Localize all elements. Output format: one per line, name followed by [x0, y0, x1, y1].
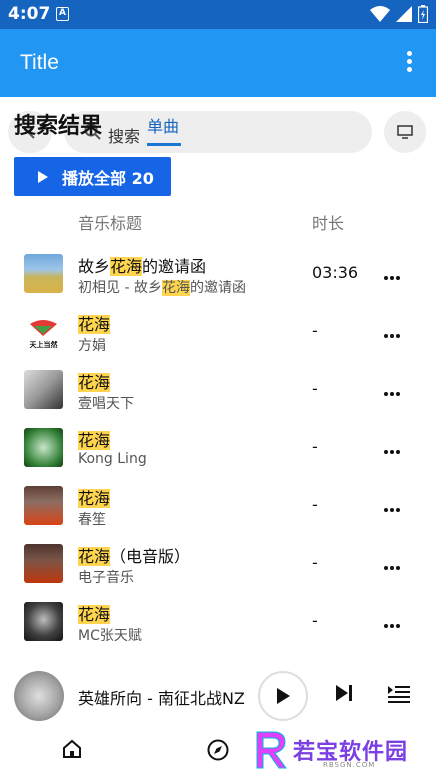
- song-artist: Kong Ling: [78, 451, 147, 467]
- watermark-r-icon: [256, 731, 287, 769]
- more-icon[interactable]: [384, 497, 402, 512]
- song-duration: -: [312, 553, 318, 572]
- song-title: 故乡花海的邀请函: [78, 257, 207, 276]
- song-duration: -: [312, 611, 318, 630]
- album-thumbnail: [24, 486, 63, 525]
- search-bar[interactable]: 搜索: [64, 111, 372, 153]
- song-duration: -: [312, 321, 318, 340]
- song-row[interactable]: 花海 壹唱天下 -: [0, 361, 436, 419]
- more-icon[interactable]: [384, 613, 402, 628]
- signal-icon: [396, 6, 412, 22]
- column-header-duration: 时长: [312, 214, 345, 233]
- status-icons: [370, 5, 428, 23]
- song-duration: -: [312, 495, 318, 514]
- song-row[interactable]: 天上当然 花海 方娟 -: [0, 303, 436, 361]
- svg-text:天上当然: 天上当然: [30, 340, 58, 349]
- song-row[interactable]: 花海 MC张天赋 -: [0, 593, 436, 651]
- play-icon: [277, 688, 290, 704]
- more-options-icon[interactable]: [404, 51, 414, 75]
- tab-songs[interactable]: 单曲: [147, 113, 179, 137]
- album-thumbnail: [24, 254, 63, 293]
- song-duration: -: [312, 437, 318, 456]
- song-row[interactable]: 花海 春笙 -: [0, 477, 436, 535]
- page-title: 搜索结果: [14, 114, 103, 139]
- playlist-icon[interactable]: [388, 685, 410, 703]
- album-thumbnail: [24, 544, 63, 583]
- song-row[interactable]: 花海 Kong Ling -: [0, 419, 436, 477]
- song-artist: 初相见 - 故乡花海的邀请函: [78, 280, 246, 296]
- song-duration: 03:36: [312, 263, 359, 282]
- more-icon[interactable]: [384, 323, 402, 338]
- more-icon[interactable]: [384, 265, 402, 280]
- wifi-icon: [370, 6, 390, 22]
- screen-icon: [397, 125, 413, 139]
- song-artist: 春笙: [78, 512, 106, 528]
- now-playing-cover: [14, 671, 64, 721]
- song-artist: 壹唱天下: [78, 396, 134, 412]
- mini-player[interactable]: 英雄所向 - 南征北战NZ: [0, 665, 436, 725]
- play-all-button[interactable]: 播放全部 20: [14, 157, 171, 196]
- song-title: 花海: [78, 315, 111, 334]
- song-title: 花海（电音版）: [78, 547, 191, 566]
- song-title: 花海: [78, 373, 111, 392]
- more-icon[interactable]: [384, 555, 402, 570]
- app-bar: Title: [0, 29, 436, 97]
- play-all-label: 播放全部 20: [62, 168, 154, 188]
- song-artist: 电子音乐: [78, 570, 134, 586]
- search-label: 搜索: [108, 127, 141, 146]
- album-thumbnail: 天上当然: [24, 312, 63, 351]
- watermark-subtext: RBSGN.COM: [323, 761, 376, 769]
- more-icon[interactable]: [384, 381, 402, 396]
- song-title: 花海: [78, 431, 111, 450]
- skip-next-icon[interactable]: [336, 685, 354, 701]
- song-artist: 方娟: [78, 338, 106, 354]
- album-thumbnail: [24, 370, 63, 409]
- song-artist: MC张天赋: [78, 628, 142, 644]
- tab-indicator: [147, 143, 181, 146]
- song-duration: -: [312, 379, 318, 398]
- logo-image: 天上当然: [30, 320, 58, 349]
- home-icon[interactable]: [62, 739, 82, 759]
- status-bar: 4:07 A: [0, 0, 436, 29]
- album-thumbnail: [24, 602, 63, 641]
- explore-icon[interactable]: [207, 739, 229, 761]
- app-title: Title: [20, 51, 59, 74]
- song-title: 花海: [78, 489, 111, 508]
- song-row[interactable]: 故乡花海的邀请函 初相见 - 故乡花海的邀请函 03:36: [0, 245, 436, 303]
- battery-icon: [418, 5, 428, 23]
- watermark-logo: 若宝软件园 RBSGN.COM: [253, 730, 433, 772]
- column-header-title: 音乐标题: [78, 214, 143, 233]
- song-title: 花海: [78, 605, 111, 624]
- play-pause-button[interactable]: [258, 671, 308, 721]
- more-icon[interactable]: [384, 439, 402, 454]
- play-icon: [38, 170, 48, 183]
- notification-icon: A: [56, 7, 69, 21]
- song-row[interactable]: 花海（电音版） 电子音乐 -: [0, 535, 436, 593]
- status-time: 4:07: [8, 4, 51, 24]
- now-playing-title: 英雄所向 - 南征北战NZ: [78, 689, 245, 708]
- cast-button[interactable]: [384, 111, 426, 153]
- album-thumbnail: [24, 428, 63, 467]
